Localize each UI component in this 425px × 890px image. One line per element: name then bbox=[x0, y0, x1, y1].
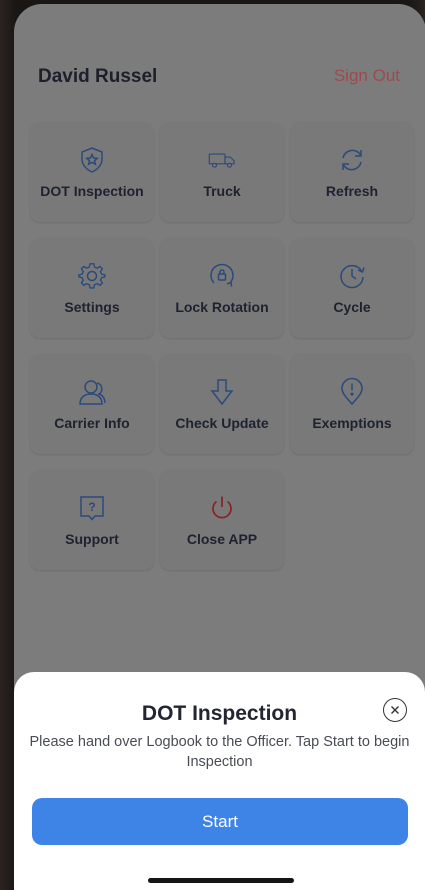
header: David Russel Sign Out bbox=[14, 4, 425, 114]
tile-label: Truck bbox=[203, 183, 241, 199]
home-indicator bbox=[148, 878, 294, 883]
tile-label: Support bbox=[65, 531, 119, 547]
tile-label: Exemptions bbox=[312, 415, 392, 431]
dialog-title: DOT Inspection bbox=[141, 702, 298, 725]
arrow-down-icon bbox=[207, 377, 237, 407]
tile-label: Refresh bbox=[325, 183, 379, 199]
tile-label: Close APP bbox=[186, 531, 258, 547]
dot-inspection-dialog: DOT Inspection Please hand over Logbook … bbox=[14, 672, 425, 890]
tile-check-update[interactable]: Check Update bbox=[160, 354, 284, 454]
tile-label: Lock Rotation bbox=[175, 299, 269, 315]
tile-dot-inspection[interactable]: DOT Inspection bbox=[30, 122, 154, 222]
tile-settings[interactable]: Settings bbox=[30, 238, 154, 338]
person-icon bbox=[77, 377, 107, 407]
tile-label: Check Update bbox=[175, 415, 269, 431]
tile-lock-rotation[interactable]: Lock Rotation bbox=[160, 238, 284, 338]
svg-text:?: ? bbox=[88, 500, 95, 514]
truck-icon bbox=[207, 145, 237, 175]
menu-grid: DOT Inspection Truck Refresh Settings Lo… bbox=[30, 122, 414, 570]
shield-star-icon bbox=[77, 145, 107, 175]
help-message-icon: ? bbox=[77, 493, 107, 523]
tile-label: Carrier Info bbox=[54, 415, 130, 431]
power-icon bbox=[207, 493, 237, 523]
tile-truck[interactable]: Truck bbox=[160, 122, 284, 222]
tile-support[interactable]: ? Support bbox=[30, 470, 154, 570]
tile-carrier-info[interactable]: Carrier Info bbox=[30, 354, 154, 454]
tile-label: DOT Inspection bbox=[40, 183, 144, 199]
clock-cycle-icon bbox=[337, 261, 367, 291]
alert-pin-icon bbox=[337, 377, 367, 407]
gear-icon bbox=[77, 261, 107, 291]
sign-out-link[interactable]: Sign Out bbox=[334, 66, 400, 86]
tile-label: Settings bbox=[64, 299, 120, 315]
lock-rotation-icon bbox=[207, 261, 237, 291]
tile-cycle[interactable]: Cycle bbox=[290, 238, 414, 338]
tile-close-app[interactable]: Close APP bbox=[160, 470, 284, 570]
refresh-icon bbox=[337, 145, 367, 175]
tile-exemptions[interactable]: Exemptions bbox=[290, 354, 414, 454]
tile-label: Cycle bbox=[333, 299, 371, 315]
tile-refresh[interactable]: Refresh bbox=[290, 122, 414, 222]
dialog-message: Please hand over Logbook to the Officer.… bbox=[29, 734, 410, 770]
start-button[interactable]: Start bbox=[32, 798, 408, 845]
user-name: David Russel bbox=[38, 66, 158, 87]
close-icon[interactable] bbox=[383, 698, 407, 722]
